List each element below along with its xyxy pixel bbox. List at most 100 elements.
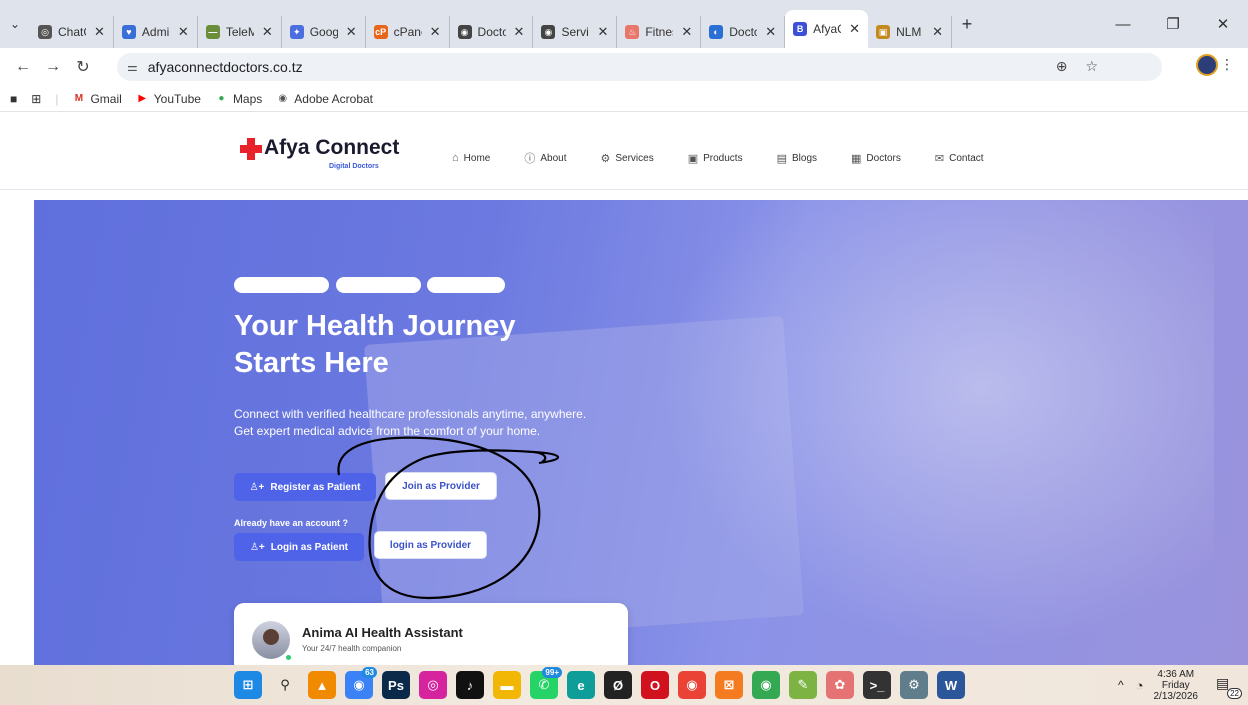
restore-icon[interactable]: ❐ [1148, 15, 1198, 33]
photoshop-icon[interactable]: Ps [382, 671, 410, 699]
tab-close-icon[interactable]: ✕ [430, 24, 441, 40]
browser-tab[interactable]: ♥ Admi ✕ [114, 16, 198, 48]
nav-label: Contact [949, 152, 984, 164]
nav-item-doctors[interactable]: ▦ Doctors [851, 150, 901, 166]
apps-grid-icon[interactable]: ⊞ [31, 92, 41, 106]
taskbar-glyph: e [577, 677, 585, 693]
paint-icon[interactable]: ✿ [826, 671, 854, 699]
minimize-icon[interactable]: — [1098, 16, 1148, 33]
browser-tab[interactable]: cP cPane ✕ [366, 16, 450, 48]
bookmark-item[interactable]: M Gmail [72, 92, 122, 106]
tiktok-icon[interactable]: ♪ [456, 671, 484, 699]
tab-favicon-icon: ✦ [289, 25, 304, 39]
notes-icon[interactable]: ✎ [789, 671, 817, 699]
taskbar-glyph: ◉ [760, 677, 772, 692]
new-tab-button[interactable]: + [952, 14, 982, 35]
ai-assistant-card[interactable]: Anima AI Health Assistant Your 24/7 heal… [234, 603, 628, 665]
tab-title: Docto [477, 25, 506, 39]
tab-close-icon[interactable]: ✕ [94, 24, 105, 40]
taskbar-glyph: ⊞ [242, 677, 254, 692]
file-explorer-icon[interactable]: ▬ [493, 671, 521, 699]
blogs-icon: ▤ [776, 152, 787, 165]
tab-close-icon[interactable]: ✕ [597, 24, 608, 40]
reload-icon[interactable]: ↻ [68, 57, 98, 77]
app-icon[interactable]: Ø [604, 671, 632, 699]
xampp-icon[interactable]: ⊠ [715, 671, 743, 699]
nav-item-home[interactable]: ⌂ Home [452, 150, 490, 166]
nav-item-blogs[interactable]: ▤ Blogs [777, 150, 817, 166]
browser-menu-icon[interactable]: ⋮ [1220, 56, 1234, 73]
browser-tab[interactable]: ▣ NLM ✕ [868, 16, 952, 48]
opera-icon[interactable]: O [641, 671, 669, 699]
tab-close-icon[interactable]: ✕ [681, 24, 692, 40]
clock[interactable]: 4:36 AM Friday 2/13/2026 [1154, 669, 1199, 702]
bookmark-item[interactable]: ▶ YouTube [136, 92, 201, 106]
vlc-icon[interactable]: ▲ [308, 671, 336, 699]
tab-favicon-icon: cP [373, 25, 388, 39]
zoom-icon[interactable]: ⊕ [1056, 58, 1068, 75]
search-icon[interactable]: ⚲ [271, 671, 299, 699]
browser-tab[interactable]: ◉ Docto ✕ [450, 16, 534, 48]
instagram-icon[interactable]: ◎ [419, 671, 447, 699]
windows-start-icon[interactable]: ⊞ [234, 671, 262, 699]
taskbar-glyph: Ps [388, 677, 404, 693]
tab-title: Fitnes [645, 25, 673, 39]
tab-close-icon[interactable]: ✕ [514, 24, 525, 40]
browser-tab[interactable]: ◐ Docto ✕ [701, 16, 786, 48]
chrome-profile-icon[interactable]: ◉ [752, 671, 780, 699]
nav-item-about[interactable]: ⓘ About [524, 150, 566, 166]
site-logo[interactable]: Afya Connect Digital Doctors [240, 137, 399, 170]
browser-tab[interactable]: B AfyaC ✕ [785, 10, 869, 48]
browser-tab[interactable]: — TeleM ✕ [198, 16, 282, 48]
messenger-icon[interactable]: ◉ 63 [345, 667, 377, 699]
sidebar-toggle-icon[interactable]: ■ [10, 92, 17, 106]
terminal-icon[interactable]: >_ [863, 671, 891, 699]
taskbar-glyph: ⊠ [723, 677, 735, 692]
back-icon[interactable]: ← [8, 58, 38, 76]
bookmark-star-icon[interactable]: ☆ [1085, 58, 1098, 75]
word-icon[interactable]: W [937, 671, 965, 699]
browser-tab[interactable]: ♨ Fitnes ✕ [617, 16, 702, 48]
browser-tab[interactable]: ◉ Servic ✕ [533, 16, 618, 48]
tab-close-icon[interactable]: ✕ [849, 21, 860, 37]
browser-tab[interactable]: ◎ ChatG ✕ [30, 16, 114, 48]
nav-item-contact[interactable]: ✉ Contact [935, 150, 984, 166]
notification-center-icon[interactable]: ▤ 22 [1216, 675, 1242, 699]
network-icon[interactable]: ◔ [1136, 678, 1144, 693]
tab-close-icon[interactable]: ✕ [765, 24, 776, 40]
gmail-icon: M [74, 93, 84, 104]
doctors-icon: ▦ [851, 152, 862, 165]
taskbar-glyph: ▬ [500, 677, 514, 693]
taskbar-glyph: O [649, 677, 661, 693]
profile-avatar[interactable] [1196, 54, 1218, 76]
mail-icon: ✉ [934, 152, 945, 165]
bookmark-item[interactable]: ◉ Adobe Acrobat [276, 92, 373, 106]
chrome-icon[interactable]: ◉ [678, 671, 706, 699]
bookmark-item[interactable]: ● Maps [215, 92, 262, 106]
settings-icon[interactable]: ⚙ [900, 671, 928, 699]
tab-close-icon[interactable]: ✕ [932, 24, 943, 40]
taskbar-glyph: ◎ [427, 677, 439, 692]
browser-tab[interactable]: ✦ Goog ✕ [282, 16, 366, 48]
tab-close-icon[interactable]: ✕ [262, 24, 273, 40]
tab-close-icon[interactable]: ✕ [346, 24, 357, 40]
tab-close-icon[interactable]: ✕ [178, 24, 189, 40]
nav-item-services[interactable]: ⚙ Services [600, 150, 653, 166]
show-hidden-icons[interactable]: ^ [1118, 678, 1124, 692]
whatsapp-icon[interactable]: ✆ 99+ [530, 667, 562, 699]
site-info-icon[interactable]: ⚌ [127, 60, 138, 74]
edge-icon[interactable]: e [567, 671, 595, 699]
tab-title: Goog [309, 25, 338, 39]
tab-search-icon[interactable]: ⌄ [0, 10, 30, 38]
tab-title: Admi [141, 25, 170, 39]
system-tray: ^ ◔ 4:36 AM Friday 2/13/2026 ▤ 22 [1118, 665, 1248, 705]
forward-icon[interactable]: → [38, 58, 68, 76]
tab-title: Servic [561, 25, 589, 39]
bookmark-label: Maps [232, 91, 263, 106]
close-window-icon[interactable]: ✕ [1198, 15, 1248, 33]
medical-cross-icon [240, 138, 262, 160]
bookmark-label: YouTube [153, 91, 201, 106]
nav-item-products[interactable]: ▣ Products [688, 150, 743, 166]
url-text[interactable]: afyaconnectdoctors.co.tz [148, 59, 303, 75]
url-field[interactable]: ⚌ afyaconnectdoctors.co.tz [117, 53, 1162, 81]
